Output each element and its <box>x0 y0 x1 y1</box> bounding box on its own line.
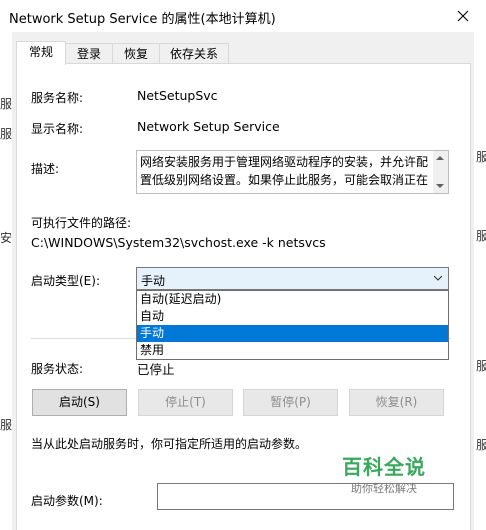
startup-option-manual[interactable]: 手动 <box>137 325 448 342</box>
startup-type-dropdown: 自动(延迟启动) 自动 手动 禁用 <box>136 290 449 360</box>
resume-button[interactable]: 恢复(R) <box>349 389 444 416</box>
background-window-left <box>0 0 12 530</box>
pause-button[interactable]: 暂停(P) <box>243 389 338 416</box>
window-title: Network Setup Service 的属性(本地计算机) <box>9 12 276 27</box>
startup-option-auto-delayed[interactable]: 自动(延迟启动) <box>137 291 448 308</box>
tab-recovery[interactable]: 恢复 <box>112 43 160 64</box>
service-name-label: 服务名称: <box>31 91 84 105</box>
background-text: 服 <box>476 359 486 373</box>
close-button[interactable] <box>440 0 486 32</box>
startup-option-auto[interactable]: 自动 <box>137 308 448 325</box>
close-icon <box>457 10 469 22</box>
background-text: 服 <box>476 438 486 452</box>
display-name-label: 显示名称: <box>31 122 84 136</box>
background-text: 安 <box>0 231 13 245</box>
background-text: 服 <box>0 418 13 432</box>
description-scrollbar[interactable] <box>433 151 448 193</box>
chevron-down-icon <box>434 275 442 281</box>
stop-button[interactable]: 停止(T) <box>138 389 233 416</box>
startup-type-value: 手动 <box>141 274 166 288</box>
properties-dialog: 服 服 安 服 服 服 服 服 Network Setup Service 的属… <box>0 0 486 530</box>
start-params-label: 启动参数(M): <box>31 494 103 508</box>
background-text: 服 <box>476 150 486 164</box>
startup-type-select[interactable]: 手动 <box>136 267 449 290</box>
service-status-label: 服务状态: <box>31 362 84 376</box>
background-text: 服 <box>0 127 13 141</box>
description-box[interactable]: 网络安装服务用于管理网络驱动程序的安装，并允许配置低级别网络设置。如果停止此服务… <box>136 150 449 194</box>
start-params-hint: 当从此处启动服务时，你可指定所适用的启动参数。 <box>31 437 308 451</box>
startup-type-label: 启动类型(E): <box>31 274 100 288</box>
watermark-subtitle: 助你轻松解决 <box>351 482 417 495</box>
watermark-title: 百科全说 <box>342 455 426 479</box>
tab-dependencies[interactable]: 依存关系 <box>159 43 229 64</box>
service-name-value: NetSetupSvc <box>137 88 218 103</box>
background-text: 服 <box>476 229 486 243</box>
service-status-value: 已停止 <box>137 362 175 377</box>
title-bar: Network Setup Service 的属性(本地计算机) <box>0 0 486 32</box>
startup-option-disabled[interactable]: 禁用 <box>137 342 448 359</box>
background-text: 服 <box>0 97 13 111</box>
tab-logon[interactable]: 登录 <box>65 43 113 64</box>
description-text: 网络安装服务用于管理网络驱动程序的安装，并允许配置低级别网络设置。如果停止此服务… <box>140 155 429 187</box>
description-label: 描述: <box>31 162 60 176</box>
watermark: 百科全说 助你轻松解决 <box>342 455 426 497</box>
tab-general[interactable]: 常规 <box>16 41 66 65</box>
scroll-up-icon[interactable] <box>436 156 444 160</box>
start-button[interactable]: 启动(S) <box>32 389 127 416</box>
exe-path-label: 可执行文件的路径: <box>31 216 132 230</box>
exe-path-value: C:\WINDOWS\System32\svchost.exe -k netsv… <box>31 235 326 250</box>
display-name-value: Network Setup Service <box>137 119 280 134</box>
scroll-down-icon[interactable] <box>436 184 444 188</box>
